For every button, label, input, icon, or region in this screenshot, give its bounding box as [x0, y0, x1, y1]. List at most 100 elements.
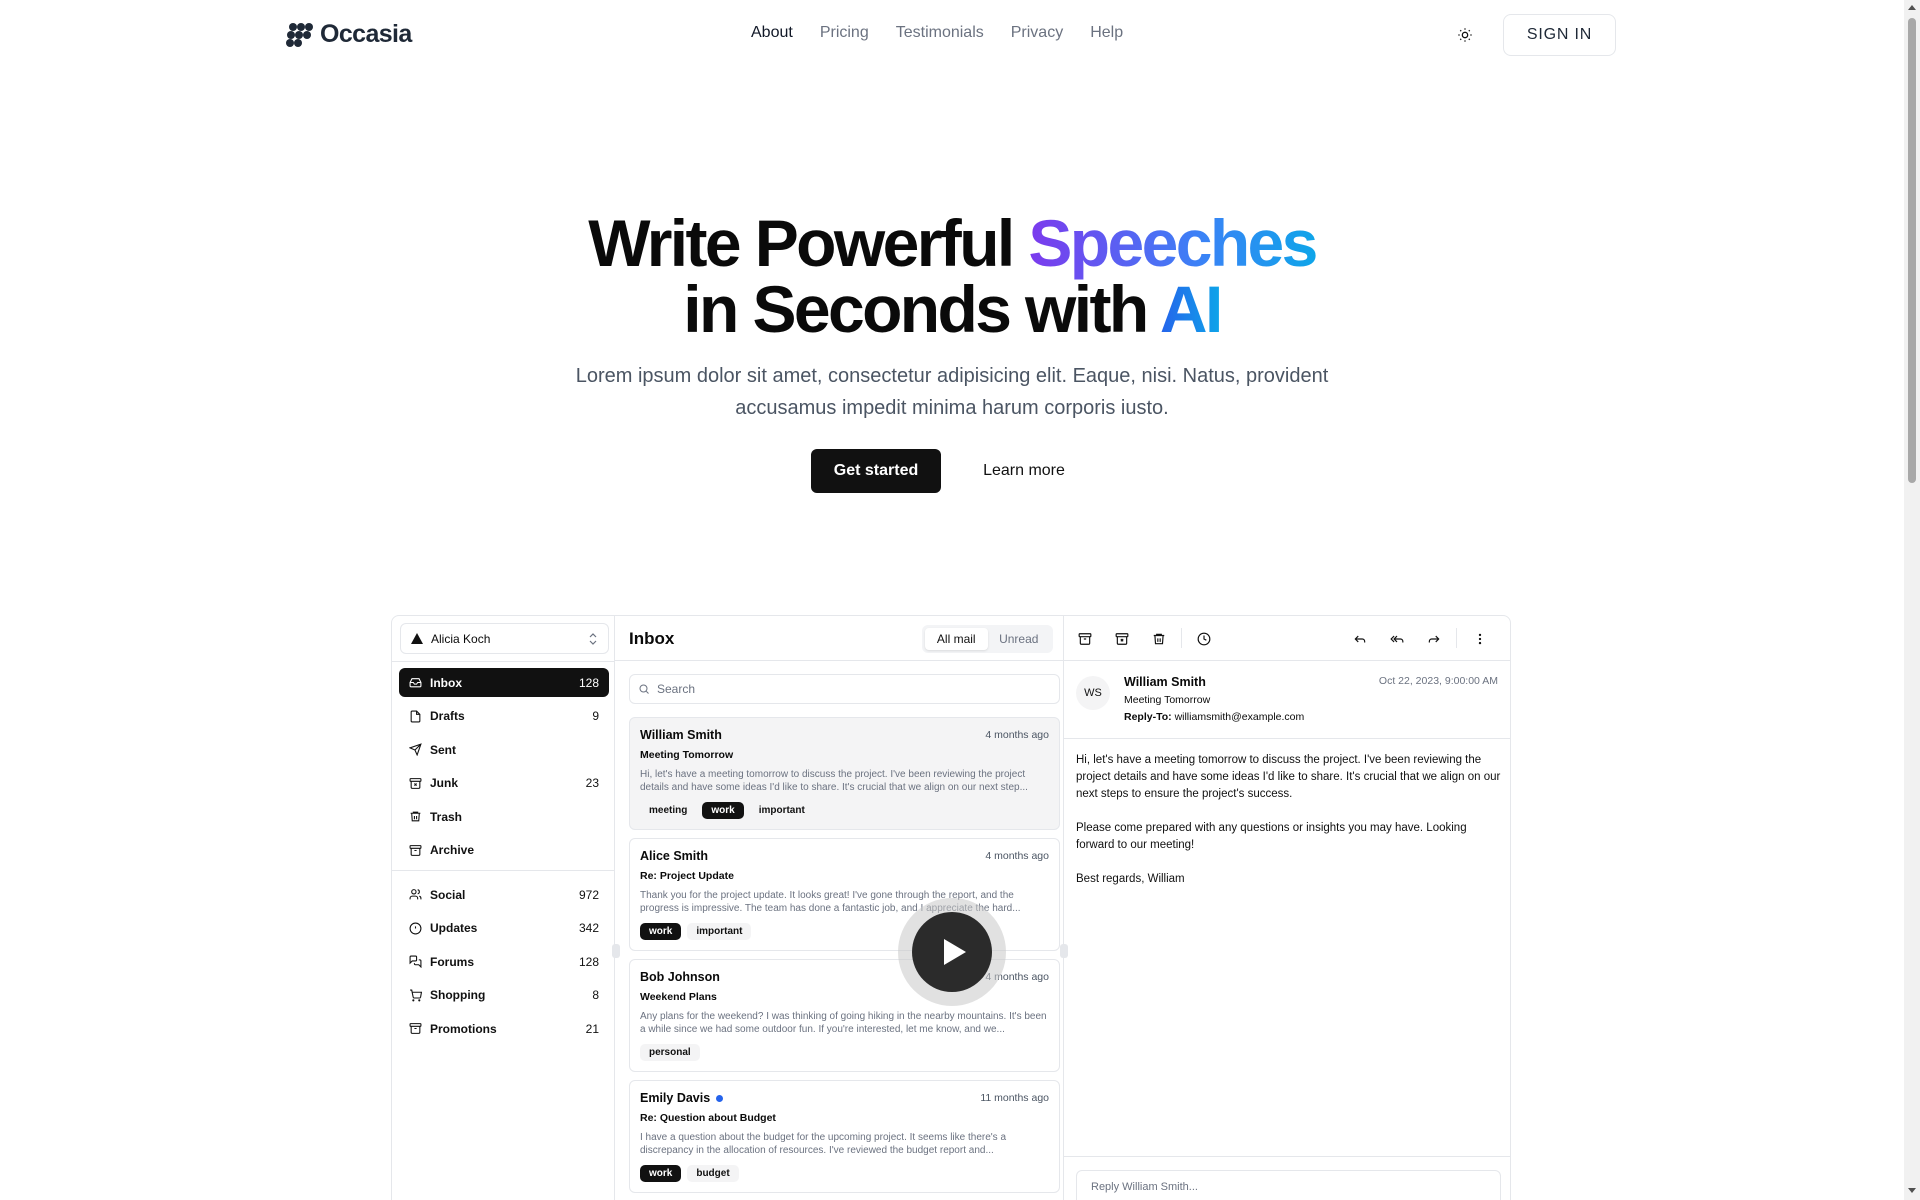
tab-unread[interactable]: Unread: [988, 628, 1051, 650]
hero-title: Write Powerful Speeches in Seconds with …: [0, 210, 1904, 342]
folder-label: Drafts: [430, 709, 465, 723]
folder-drafts[interactable]: Drafts 9: [399, 702, 609, 731]
play-button-circle: [912, 912, 992, 992]
mail-sender: William Smith: [640, 728, 722, 742]
folder-junk[interactable]: Junk 23: [399, 769, 609, 798]
mail-sidebar: Alicia Koch Inbox 128 Drafts 9 Sent Junk…: [392, 616, 615, 1200]
play-icon: [944, 939, 966, 965]
account-switcher[interactable]: Alicia Koch: [400, 623, 609, 654]
avatar: WS: [1076, 676, 1110, 710]
folder-inbox[interactable]: Inbox 128: [399, 668, 609, 697]
reply-all-button[interactable]: [1388, 630, 1405, 647]
mail-preview: Any plans for the weekend? I was thinkin…: [640, 1011, 1047, 1035]
forward-icon: [1428, 635, 1439, 642]
reply-all-icon: [1389, 635, 1403, 642]
unread-dot-icon: [716, 1094, 724, 1102]
send-icon: [409, 743, 422, 756]
mail-subject: Meeting Tomorrow: [640, 749, 734, 761]
scroll-thumb[interactable]: [1908, 18, 1916, 483]
more-vertical-icon: [1478, 633, 1481, 644]
category-count: 128: [578, 954, 599, 969]
hero-title-highlight-ai: AI: [1159, 272, 1223, 346]
alert-circle-icon: [409, 922, 422, 934]
learn-more-button[interactable]: Learn more: [968, 449, 1080, 493]
scroll-up-arrow-icon[interactable]: [1908, 5, 1916, 10]
play-video-button[interactable]: [898, 898, 1006, 1006]
mail-toolbar: [1064, 616, 1510, 661]
category-label: Forums: [430, 954, 475, 969]
reply-to-label: Reply-To:: [1124, 711, 1172, 723]
brand-logo[interactable]: Occasia: [286, 19, 412, 49]
resize-handle[interactable]: [1060, 944, 1068, 958]
mail-tags: work budget: [640, 1165, 1049, 1182]
move-to-trash-button[interactable]: [1150, 630, 1167, 647]
tab-all-mail[interactable]: All mail: [925, 628, 988, 650]
mail-item[interactable]: William Smith 4 months ago Meeting Tomorr…: [629, 717, 1060, 830]
category-forums[interactable]: Forums 128: [399, 947, 609, 976]
resize-handle[interactable]: [612, 944, 620, 958]
mail-body-paragraph: Please come prepared with any questions …: [1076, 822, 1467, 851]
folder-count: 23: [585, 776, 599, 790]
archive-x-icon: [1115, 632, 1128, 645]
page-scrollbar[interactable]: [1904, 0, 1920, 1200]
messages-icon: [409, 955, 422, 968]
clock-icon: [1197, 632, 1210, 645]
tag-badge: work: [640, 923, 682, 940]
trash-icon: [410, 811, 421, 822]
archive-button[interactable]: [1076, 630, 1093, 647]
mail-subject: Weekend Plans: [640, 991, 717, 1003]
reply-textarea[interactable]: Reply William Smith...: [1076, 1170, 1501, 1200]
mail-item[interactable]: Emily Davis 11 months ago Re: Question ab…: [629, 1080, 1060, 1193]
account-logo-icon: [411, 633, 423, 644]
category-list: Social 972 Updates 342 Forums 128 Shoppi…: [399, 880, 609, 1048]
reply-icon: [1354, 635, 1365, 642]
account-name: Alicia Koch: [431, 631, 491, 646]
divider: [1064, 738, 1510, 739]
mail-date: 4 months ago: [985, 850, 1049, 862]
forward-button[interactable]: [1425, 630, 1442, 647]
sign-in-button[interactable]: SIGN IN: [1503, 14, 1616, 56]
category-social[interactable]: Social 972: [399, 880, 609, 909]
detail-reply-to: Reply-To: williamsmith@example.com: [1124, 711, 1304, 723]
nav-link-privacy[interactable]: Privacy: [1011, 24, 1063, 42]
nav-link-about[interactable]: About: [751, 24, 793, 42]
category-label: Social: [430, 887, 466, 902]
mail-subject: Re: Project Update: [640, 870, 734, 882]
folder-archive[interactable]: Archive: [399, 836, 609, 865]
category-shopping[interactable]: Shopping 8: [399, 981, 609, 1010]
category-count: 21: [585, 1021, 599, 1036]
search-icon: [639, 684, 649, 694]
mail-detail-panel: WS William Smith Meeting Tomorrow Reply-…: [1064, 616, 1510, 1200]
divider: [1064, 1156, 1510, 1157]
reply-to-address: williamsmith@example.com: [1174, 711, 1305, 723]
move-to-junk-button[interactable]: [1113, 630, 1130, 647]
nav-link-help[interactable]: Help: [1090, 24, 1123, 42]
tag-badge: budget: [687, 1165, 739, 1182]
nav-link-testimonials[interactable]: Testimonials: [896, 24, 984, 42]
mail-date: 11 months ago: [980, 1092, 1049, 1104]
more-options-button[interactable]: [1471, 630, 1488, 647]
category-updates[interactable]: Updates 342: [399, 914, 609, 943]
mail-subject: Re: Question about Budget: [640, 1112, 776, 1124]
theme-toggle-button[interactable]: [1452, 22, 1478, 48]
mail-sender: Alice Smith: [640, 849, 709, 863]
category-promotions[interactable]: Promotions 21: [399, 1014, 609, 1043]
brand-name: Occasia: [320, 19, 412, 48]
category-count: 972: [578, 887, 599, 902]
trash-icon: [1153, 633, 1164, 644]
search-input[interactable]: Search: [629, 674, 1060, 704]
folder-trash[interactable]: Trash: [399, 802, 609, 831]
mail-body-paragraph: Hi, let's have a meeting tomorrow to dis…: [1076, 754, 1501, 800]
folder-sent[interactable]: Sent: [399, 735, 609, 764]
snooze-button[interactable]: [1195, 630, 1212, 647]
nav-link-pricing[interactable]: Pricing: [820, 24, 869, 42]
category-label: Shopping: [430, 988, 486, 1002]
reply-button[interactable]: [1351, 630, 1368, 647]
get-started-button[interactable]: Get started: [811, 449, 941, 493]
folder-list: Inbox 128 Drafts 9 Sent Junk 23 Trash Ar…: [399, 668, 609, 869]
top-navbar: Occasia About Pricing Testimonials Priva…: [0, 0, 1904, 70]
category-count: 8: [592, 988, 599, 1002]
scroll-down-arrow-icon[interactable]: [1908, 1188, 1916, 1193]
divider: [1456, 628, 1457, 648]
users-icon: [409, 889, 422, 900]
